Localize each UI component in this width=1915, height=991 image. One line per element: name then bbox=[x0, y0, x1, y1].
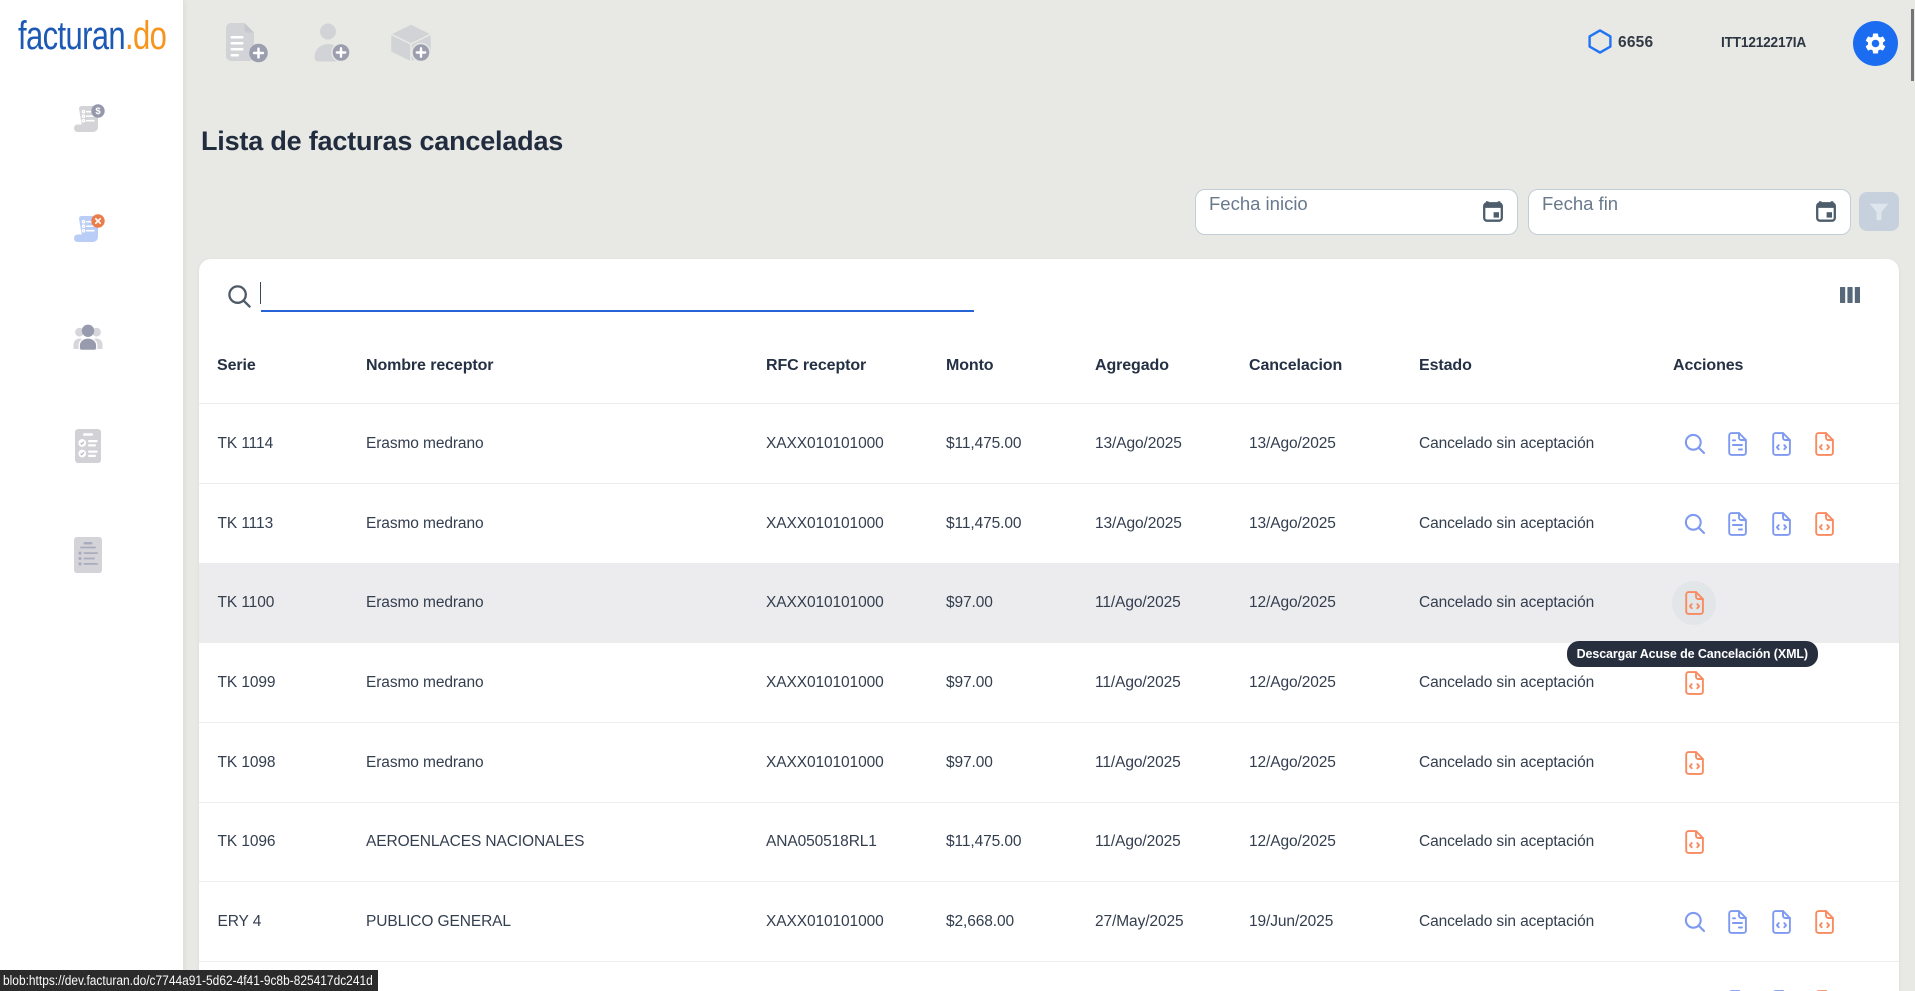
svg-text:$: $ bbox=[95, 106, 101, 117]
